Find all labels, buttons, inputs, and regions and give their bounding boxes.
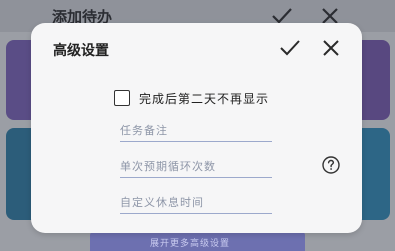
hide-next-day-checkbox-label: 完成后第二天不再显示 — [139, 91, 270, 106]
question-circle-icon[interactable] — [322, 156, 340, 174]
check-icon[interactable] — [279, 37, 301, 59]
custom-rest-time-input[interactable] — [120, 191, 272, 214]
task-note-input[interactable] — [120, 119, 272, 142]
advanced-settings-dialog: 高级设置 完成后第二天不再显示 — [31, 23, 362, 233]
expected-cycles-input[interactable] — [120, 155, 272, 178]
hide-next-day-checkbox-row[interactable]: 完成后第二天不再显示 — [114, 87, 269, 109]
dialog-title: 高级设置 — [53, 43, 109, 59]
background-footer-label: 展开更多高级设置 — [150, 239, 231, 249]
close-icon[interactable] — [320, 37, 342, 59]
hide-next-day-checkbox[interactable] — [114, 90, 130, 106]
